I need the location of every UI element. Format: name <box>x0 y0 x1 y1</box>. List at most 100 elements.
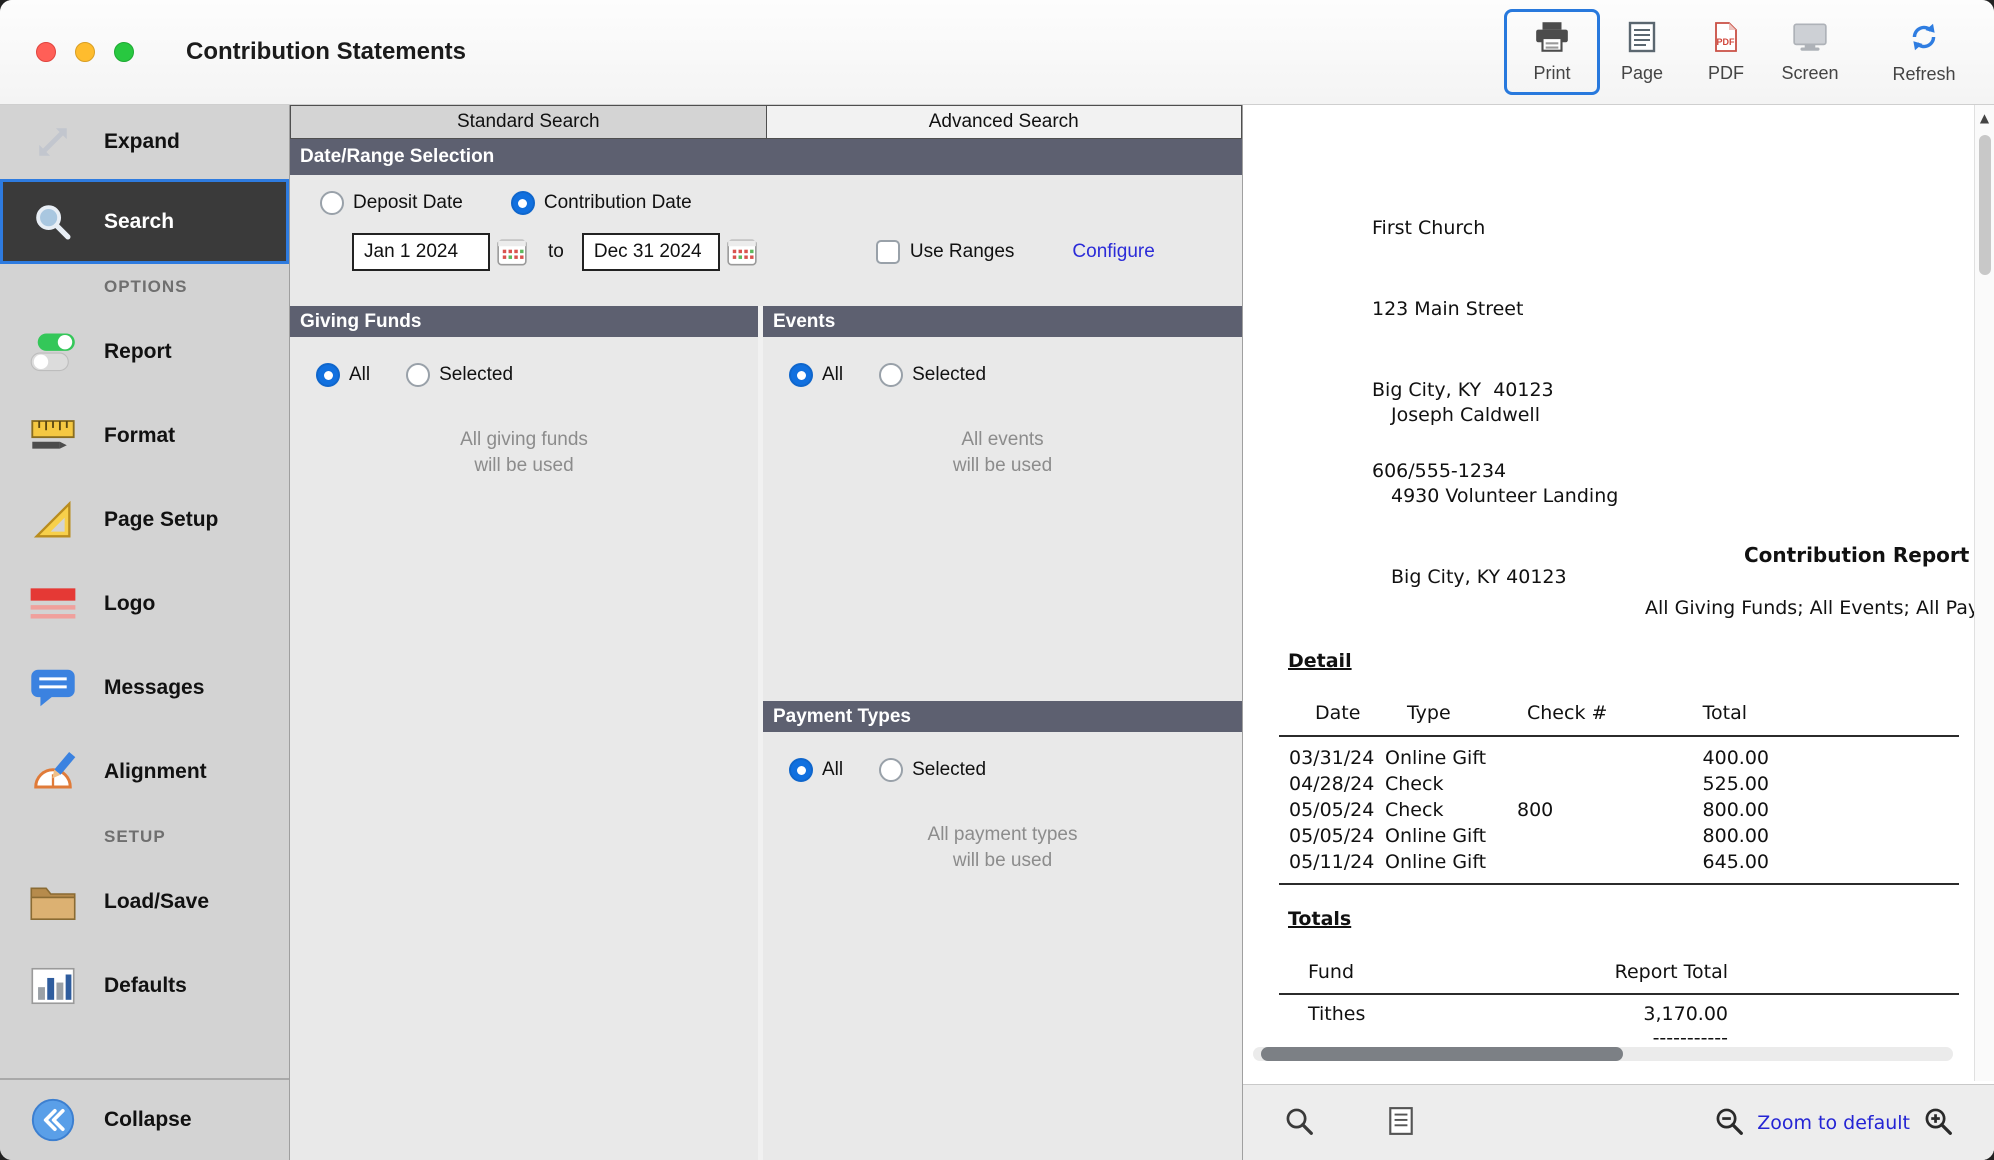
giving-funds-all-label: All <box>349 364 370 386</box>
sidebar-item-format[interactable]: Format <box>0 394 289 478</box>
report-preview: First Church 123 Main Street Big City, K… <box>1242 105 1994 1160</box>
sidebar-item-logo[interactable]: Logo <box>0 562 289 646</box>
app-window: Contribution Statements Print <box>0 0 1994 1160</box>
payment-types-selected-label: Selected <box>912 759 986 781</box>
zoom-window-button[interactable] <box>114 42 134 62</box>
search-icon <box>24 201 82 243</box>
logo-label: Logo <box>104 592 155 616</box>
format-label: Format <box>104 424 175 448</box>
collapse-label: Collapse <box>104 1108 192 1132</box>
calendar-icon <box>727 238 757 266</box>
events-all-radio[interactable] <box>789 363 813 387</box>
screen-button[interactable]: Screen <box>1768 9 1852 95</box>
sidebar-item-expand[interactable]: Expand <box>0 105 289 179</box>
sidebar-item-defaults[interactable]: Defaults <box>0 944 289 1028</box>
table-row: 04/28/24 Check 525.00 <box>1289 771 1773 797</box>
sidebar-item-search[interactable]: Search <box>0 179 289 264</box>
events-selected-option[interactable]: Selected <box>879 363 986 387</box>
protractor-pencil-icon <box>24 751 82 793</box>
sidebar-item-alignment[interactable]: Alignment <box>0 730 289 814</box>
use-ranges-label: Use Ranges <box>910 241 1015 263</box>
payment-types-selected-radio[interactable] <box>879 758 903 782</box>
magnifier-icon[interactable] <box>1283 1105 1315 1141</box>
speech-bubble-icon <box>24 667 82 709</box>
expand-icon <box>24 120 82 164</box>
detail-heading: Detail <box>1288 650 1352 672</box>
horizontal-scrollbar[interactable] <box>1253 1047 1953 1061</box>
totals-header-rule <box>1279 993 1959 995</box>
set-square-icon <box>24 499 82 541</box>
to-date-calendar-button[interactable] <box>726 237 758 267</box>
giving-funds-all-option[interactable]: All <box>316 363 370 387</box>
page-label: Page <box>1621 63 1663 84</box>
alignment-label: Alignment <box>104 760 207 784</box>
sidebar-item-messages[interactable]: Messages <box>0 646 289 730</box>
vertical-scrollbar[interactable]: ▲ <box>1974 105 1994 1081</box>
messages-label: Messages <box>104 676 204 700</box>
from-date-input[interactable] <box>352 233 490 271</box>
events-all-option[interactable]: All <box>789 363 843 387</box>
document-view-icon[interactable] <box>1387 1106 1415 1140</box>
close-window-button[interactable] <box>36 42 56 62</box>
giving-funds-all-radio[interactable] <box>316 363 340 387</box>
zoom-out-icon[interactable] <box>1713 1105 1745 1141</box>
calendar-icon <box>497 238 527 266</box>
date-controls: Deposit Date Contribution Date <box>290 175 1242 306</box>
tab-advanced-search[interactable]: Advanced Search <box>767 105 1243 139</box>
collapse-chevron-icon <box>24 1098 82 1142</box>
vertical-scrollbar-thumb[interactable] <box>1979 135 1991 275</box>
search-panel: Standard Search Advanced Search Date/Ran… <box>290 105 1242 1160</box>
pdf-icon: PDF <box>1712 21 1740 58</box>
report-title: Contribution Report <box>1744 543 1969 567</box>
tab-standard-search[interactable]: Standard Search <box>290 105 767 139</box>
page-setup-label: Page Setup <box>104 508 218 532</box>
payment-types-all-radio[interactable] <box>789 758 813 782</box>
table-row: 05/11/24 Online Gift 645.00 <box>1289 849 1773 875</box>
date-range-header: Date/Range Selection <box>290 139 1242 175</box>
giving-funds-note: All giving funds will be used <box>290 427 758 479</box>
report-subtitle: All Giving Funds; All Events; All Payr <box>1645 597 1987 619</box>
deposit-date-option[interactable]: Deposit Date <box>320 191 463 215</box>
detail-bottom-rule <box>1279 883 1959 885</box>
minimize-window-button[interactable] <box>75 42 95 62</box>
events-selected-radio[interactable] <box>879 363 903 387</box>
print-button[interactable]: Print <box>1504 9 1600 95</box>
horizontal-scrollbar-thumb[interactable] <box>1261 1047 1623 1061</box>
sidebar-item-page-setup[interactable]: Page Setup <box>0 478 289 562</box>
events-column: Events All Selected <box>763 306 1242 1160</box>
giving-funds-selected-radio[interactable] <box>406 363 430 387</box>
deposit-date-radio[interactable] <box>320 191 344 215</box>
giving-funds-selected-option[interactable]: Selected <box>406 363 513 387</box>
folder-icon <box>24 882 82 922</box>
refresh-button[interactable]: Refresh <box>1882 9 1966 95</box>
defaults-label: Defaults <box>104 974 187 998</box>
print-label: Print <box>1533 63 1570 84</box>
payment-types-all-option[interactable]: All <box>789 758 843 782</box>
screen-icon <box>1791 21 1829 58</box>
search-tabs: Standard Search Advanced Search <box>290 105 1242 139</box>
contribution-date-radio[interactable] <box>511 191 535 215</box>
detail-header-rule <box>1279 735 1959 737</box>
zoom-in-icon[interactable] <box>1922 1105 1954 1141</box>
to-date-input[interactable] <box>582 233 720 271</box>
totals-heading: Totals <box>1288 908 1351 930</box>
sidebar-item-collapse[interactable]: Collapse <box>0 1078 289 1160</box>
from-date-calendar-button[interactable] <box>496 237 528 267</box>
contribution-date-option[interactable]: Contribution Date <box>511 191 692 215</box>
zoom-to-default-link[interactable]: Zoom to default <box>1757 1112 1910 1134</box>
events-note: All events will be used <box>763 427 1242 479</box>
sidebar-item-load-save[interactable]: Load/Save <box>0 860 289 944</box>
bar-chart-icon <box>24 966 82 1006</box>
configure-link[interactable]: Configure <box>1072 241 1154 263</box>
giving-funds-body: All Selected All giving funds will be us… <box>290 337 758 1160</box>
logo-bars-icon <box>24 585 82 623</box>
pdf-button[interactable]: PDF PDF <box>1684 9 1768 95</box>
use-ranges-checkbox[interactable] <box>876 240 900 264</box>
printer-icon <box>1533 21 1571 58</box>
sidebar-item-report[interactable]: Report <box>0 310 289 394</box>
scroll-up-arrow-icon[interactable]: ▲ <box>1975 105 1994 125</box>
events-all-label: All <box>822 364 843 386</box>
payment-types-all-label: All <box>822 759 843 781</box>
payment-types-selected-option[interactable]: Selected <box>879 758 986 782</box>
page-button[interactable]: Page <box>1600 9 1684 95</box>
